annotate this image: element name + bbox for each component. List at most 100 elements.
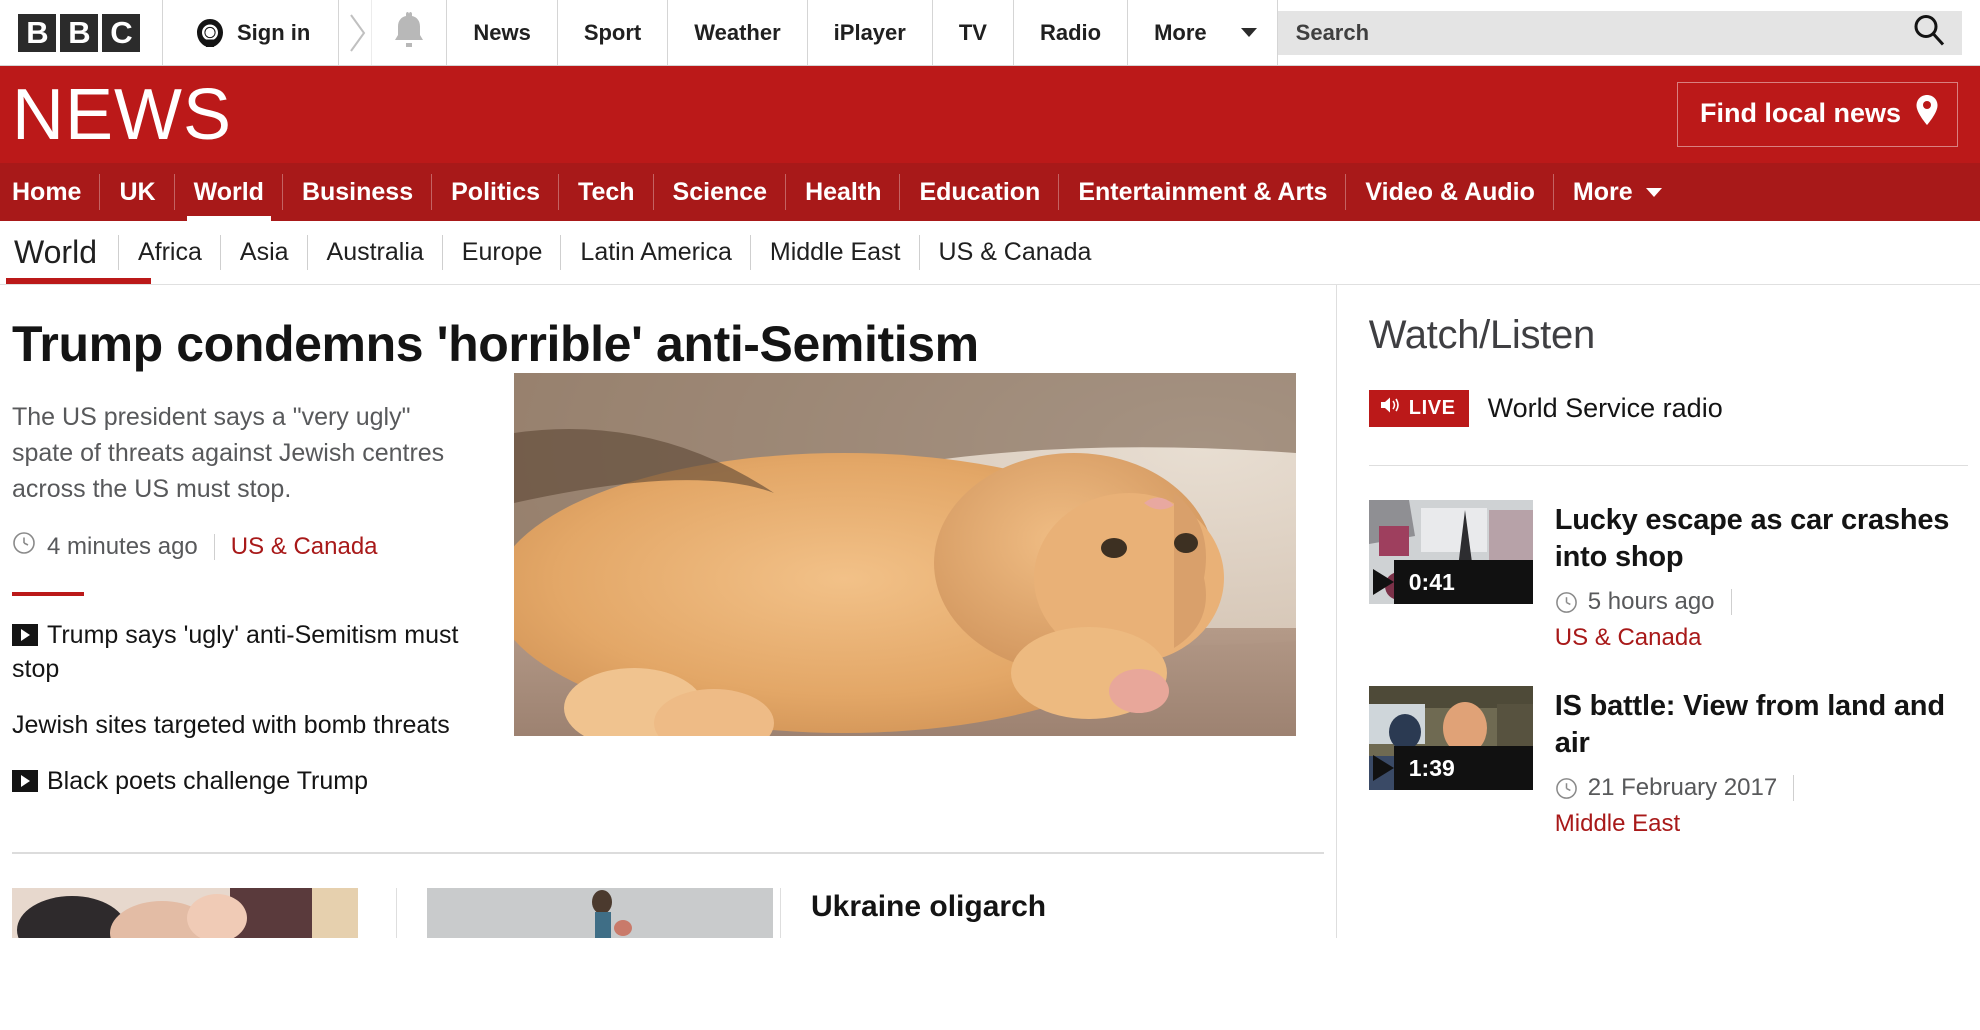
media-body-2: IS battle: View from land and air 21 Feb… (1555, 686, 1968, 838)
sub-nav-item-africa[interactable]: Africa (119, 221, 221, 284)
media-thumbnail-2[interactable]: 1:39 (1368, 686, 1533, 790)
global-nav-item-weather[interactable]: Weather (668, 0, 808, 65)
primary-nav-item-business[interactable]: Business (283, 163, 433, 221)
sub-nav-item-asia[interactable]: Asia (221, 221, 308, 284)
story-thumbnail-1[interactable] (12, 888, 358, 938)
media-topic-1[interactable]: US & Canada (1555, 624, 1968, 652)
media-meta-2: 21 February 2017 (1555, 774, 1968, 802)
search-input[interactable]: Search (1277, 10, 1962, 55)
main-column: Trump condemns 'horrible' anti-Semitism … (12, 285, 1324, 938)
story-thumbnail-2[interactable] (427, 888, 773, 938)
chevron-right-icon (339, 0, 371, 65)
sub-nav-item-australia[interactable]: Australia (308, 221, 444, 284)
top-story-timestamp: 4 minutes ago (47, 532, 198, 560)
sub-nav-item-europe[interactable]: Europe (443, 221, 562, 284)
bbc-logo-letter-b1: B (18, 13, 56, 52)
account-icon (195, 18, 225, 48)
primary-nav-item-tech[interactable]: Tech (559, 163, 654, 221)
media-timestamp-1: 5 hours ago (1587, 588, 1715, 615)
top-story-meta: 4 minutes ago US & Canada (12, 531, 478, 562)
media-body-1: Lucky escape as car crashes into shop 5 … (1555, 500, 1968, 652)
chevron-down-icon (1240, 28, 1257, 37)
live-radio-item[interactable]: LIVE World Service radio (1368, 390, 1968, 427)
search-placeholder: Search (1295, 19, 1370, 45)
story-title-3[interactable]: Ukraine oligarch (811, 888, 1050, 926)
related-link-1[interactable]: Trump says 'ugly' anti-Semitism must sto… (12, 621, 459, 683)
media-topic-2[interactable]: Middle East (1555, 810, 1968, 838)
list-item[interactable]: Trump says 'ugly' anti-Semitism must sto… (12, 618, 478, 686)
list-item[interactable]: Jewish sites targeted with bomb threats (12, 708, 478, 742)
notifications-button[interactable] (371, 0, 448, 65)
watch-listen-sidebar: Watch/Listen LIVE World Service radio 0:… (1335, 285, 1968, 938)
global-nav-item-sport[interactable]: Sport (558, 0, 669, 65)
search-icon[interactable] (1912, 13, 1946, 52)
secondary-story-row: Ukraine oligarch (12, 852, 1324, 938)
top-story-topic-link[interactable]: US & Canada (231, 533, 378, 561)
media-timestamp-2: 21 February 2017 (1587, 774, 1778, 801)
primary-nav-item-video-audio[interactable]: Video & Audio (1346, 163, 1555, 221)
sidebar-title: Watch/Listen (1368, 313, 1595, 357)
top-story-image[interactable] (514, 373, 1296, 736)
clock-icon (1555, 777, 1578, 800)
bbc-logo-letter-c: C (102, 13, 140, 52)
play-icon[interactable] (1372, 755, 1394, 781)
primary-nav-item-science[interactable]: Science (654, 163, 787, 221)
global-nav-more-label: More (1154, 19, 1207, 45)
story-cell-1[interactable] (12, 888, 396, 938)
media-play-bar-1[interactable]: 0:41 (1369, 560, 1533, 604)
primary-nav-item-education[interactable]: Education (900, 163, 1060, 221)
related-link-2[interactable]: Jewish sites targeted with bomb threats (12, 711, 450, 739)
top-story-headline[interactable]: Trump condemns 'horrible' anti-Semitism (12, 315, 1324, 373)
related-link-3[interactable]: Black poets challenge Trump (47, 767, 368, 795)
primary-nav-item-world[interactable]: World (175, 163, 284, 221)
media-title-1[interactable]: Lucky escape as car crashes into shop (1555, 502, 1968, 576)
primary-nav-item-entertainment-arts[interactable]: Entertainment & Arts (1059, 163, 1347, 221)
primary-nav: Home UK World Business Politics Tech Sci… (0, 163, 1980, 221)
live-radio-label[interactable]: World Service radio (1488, 393, 1723, 424)
story-cell-3[interactable]: Ukraine oligarch (780, 888, 1080, 938)
find-local-news-label: Find local news (1699, 98, 1901, 128)
top-story-summary: The US president says a "very ugly" spat… (12, 403, 445, 503)
media-title-2[interactable]: IS battle: View from land and air (1555, 688, 1968, 762)
sub-nav-item-us-canada[interactable]: US & Canada (920, 221, 1111, 284)
sub-nav-item-latin-america[interactable]: Latin America (561, 221, 752, 284)
global-search: Search (1277, 0, 1980, 65)
primary-nav-item-more[interactable]: More (1554, 163, 1681, 221)
sub-nav-item-world[interactable]: World (6, 221, 151, 284)
global-nav-item-tv[interactable]: TV (933, 0, 1014, 65)
location-pin-icon (1915, 94, 1939, 133)
sign-in-button[interactable]: Sign in (163, 0, 340, 65)
media-duration-1: 0:41 (1393, 560, 1533, 604)
media-item-1[interactable]: 0:41 Lucky escape as car crashes into sh… (1368, 466, 1968, 652)
global-nav-item-iplayer[interactable]: iPlayer (808, 0, 933, 65)
play-icon (12, 624, 38, 646)
find-local-news-button[interactable]: Find local news (1676, 82, 1958, 147)
meta-separator (1793, 775, 1795, 801)
primary-nav-item-politics[interactable]: Politics (432, 163, 559, 221)
meta-separator (1730, 589, 1732, 615)
story-cell-2[interactable] (396, 888, 780, 938)
sub-nav-item-middle-east[interactable]: Middle East (751, 221, 920, 284)
global-bbc-bar: B B C Sign in News Sport Weather iPlayer… (0, 0, 1980, 66)
global-nav-item-radio[interactable]: Radio (1014, 0, 1129, 65)
primary-nav-item-uk[interactable]: UK (100, 163, 175, 221)
bbc-logo[interactable]: B B C (0, 0, 163, 65)
news-masthead-title[interactable]: NEWS (12, 79, 232, 151)
chevron-down-icon (1645, 187, 1662, 197)
global-nav-item-news[interactable]: News (447, 0, 558, 65)
section-rule (12, 592, 84, 596)
global-nav-item-more[interactable]: More (1128, 0, 1278, 65)
sign-in-label: Sign in (237, 19, 311, 45)
meta-separator (213, 533, 215, 560)
list-item[interactable]: Black poets challenge Trump (12, 764, 478, 798)
primary-nav-item-home[interactable]: Home (12, 163, 101, 221)
clock-icon (12, 531, 36, 562)
sub-nav: World Africa Asia Australia Europe Latin… (0, 221, 1980, 285)
media-play-bar-2[interactable]: 1:39 (1369, 746, 1533, 790)
play-icon[interactable] (1372, 569, 1394, 595)
live-badge: LIVE (1368, 390, 1469, 427)
play-icon (12, 770, 38, 792)
media-item-2[interactable]: 1:39 IS battle: View from land and air 2… (1368, 652, 1968, 838)
media-thumbnail-1[interactable]: 0:41 (1368, 500, 1533, 604)
primary-nav-item-health[interactable]: Health (786, 163, 901, 221)
